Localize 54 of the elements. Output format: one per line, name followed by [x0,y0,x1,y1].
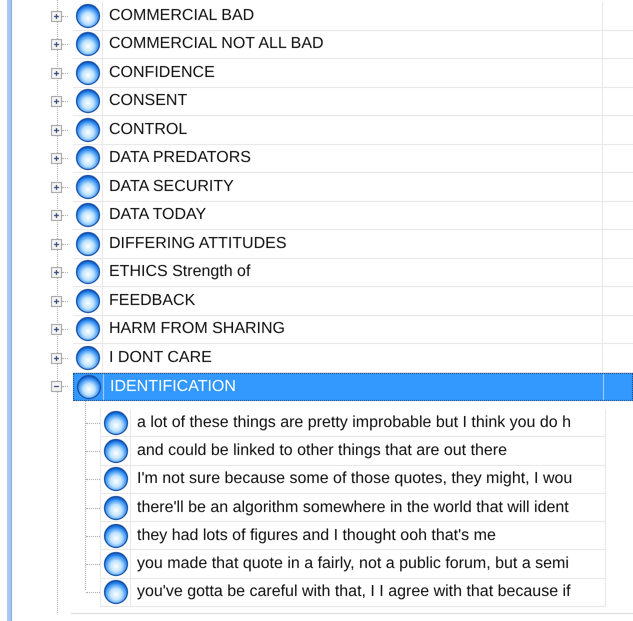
expand-toggle[interactable] [51,267,62,278]
orb-icon [74,145,100,172]
orb-icon [74,60,100,86]
orb-icon [74,259,100,286]
expand-toggle[interactable] [51,68,62,79]
orb-icon [74,344,100,371]
orb-icon [74,288,100,314]
tree-node[interactable]: ETHICS Strength of [73,258,633,287]
tree-node[interactable]: DATA TODAY [73,202,633,230]
orb-icon [102,494,128,521]
expand-toggle[interactable] [51,124,62,136]
orb-icon [102,579,128,606]
expand-toggle[interactable] [51,352,62,364]
expand-toggle[interactable] [51,296,62,307]
tree-node[interactable]: CONSENT [73,88,633,116]
tree-node[interactable]: HARM FROM SHARING [73,316,633,344]
expand-toggle[interactable] [51,182,62,193]
tree-node[interactable]: a lot of these things are pretty improbable but I think you do h [100,409,606,438]
expand-toggle[interactable] [51,210,62,222]
collapse-toggle[interactable] [51,381,62,392]
tree-node[interactable]: CONFIDENCE [73,59,633,88]
orb-icon [74,116,100,143]
expand-toggle[interactable] [51,96,62,108]
tree-node[interactable]: and could be linked to other things that are out there [100,437,606,466]
orb-icon [74,31,100,58]
orb-icon [74,230,100,257]
orb-icon [102,522,128,549]
tree-node[interactable]: COMMERCIAL NOT ALL BAD [73,30,633,59]
expand-toggle[interactable] [51,324,62,336]
orb-icon [102,410,128,436]
orb-icon [76,374,102,400]
expand-toggle[interactable] [51,10,62,22]
tree-node[interactable]: FEEDBACK [73,287,633,316]
expand-toggle[interactable] [51,39,62,50]
tree-node[interactable]: I'm not sure because some of those quotes, they might, I wou [100,466,606,494]
orb-icon [74,88,100,114]
orb-icon [74,174,100,200]
expand-toggle[interactable] [51,238,62,250]
orb-icon [74,2,100,29]
orb-icon [74,202,100,228]
tree-node[interactable]: COMMERCIAL BAD [73,2,633,30]
tree-node[interactable]: there'll be an algorithm somewhere in the world that will ident [100,494,606,522]
orb-icon [102,466,128,492]
tree-node[interactable]: DATA PREDATORS [73,144,633,173]
tree-node[interactable]: CONTROL [73,116,633,144]
orb-icon [74,316,100,342]
tree-node[interactable]: you've gotta be careful with that, I I agree with that because if [100,578,606,608]
expand-toggle[interactable] [51,153,62,164]
tree-node[interactable]: you made that quote in a fairly, not a public forum, but a semi [100,550,606,579]
orb-icon [102,551,128,578]
tree-node[interactable]: DATA SECURITY [73,173,633,202]
orb-icon [102,438,128,464]
tree-node[interactable]: they had lots of figures and I thought ooh that's me [100,522,606,550]
tree-node[interactable]: DIFFERING ATTITUDES [73,230,633,258]
